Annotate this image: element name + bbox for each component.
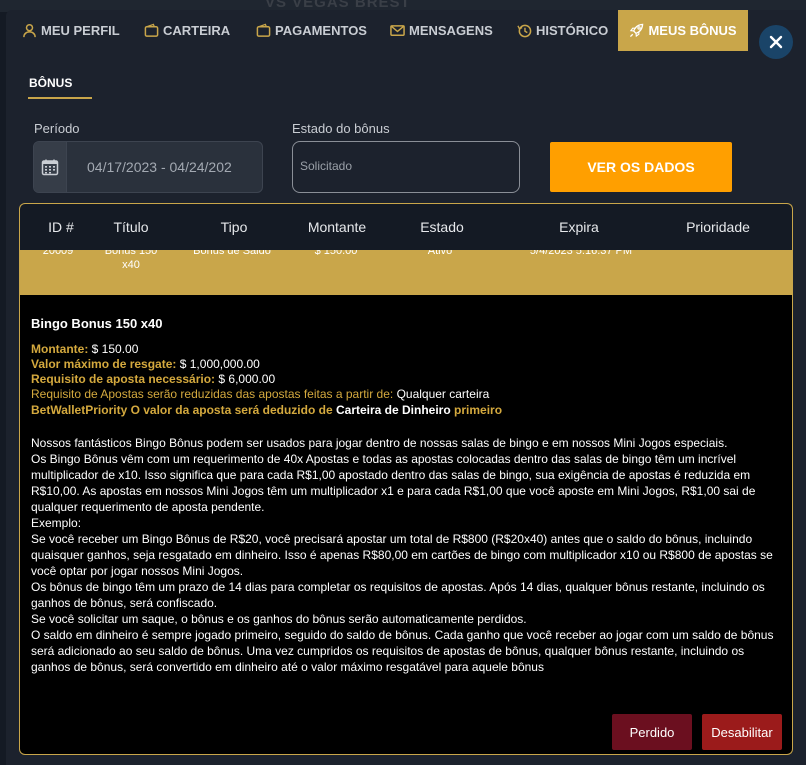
- col-amount: Montante: [307, 219, 367, 235]
- description-paragraph: Nossos fantásticos Bingo Bônus podem ser…: [31, 436, 728, 450]
- history-icon: [517, 24, 532, 38]
- col-title: Título: [113, 219, 149, 235]
- period-label: Período: [34, 121, 80, 136]
- rocket-icon: [630, 23, 644, 38]
- tab-pagamentos[interactable]: PAGAMENTOS: [256, 10, 367, 51]
- bonus-table-header: ID # Título Tipo Montante Estado Expira …: [19, 203, 793, 250]
- status-select[interactable]: Solicitado: [292, 141, 520, 193]
- table-row[interactable]: 20009 Bônus 150 x40 Bônus de Saldo $ 150…: [19, 250, 793, 295]
- max-redeem-row: Valor máximo de resgate: $ 1,000,000.00: [31, 357, 260, 371]
- profile-nav: MEU PERFIL CARTEIRA PAGAMENTOS MENSAGENS…: [6, 10, 806, 51]
- wallet-icon: [144, 23, 159, 37]
- amount-label: Montante:: [31, 342, 89, 356]
- tab-label: MEUS BÔNUS: [648, 23, 737, 38]
- status-value: Solicitado: [300, 159, 353, 173]
- status-label: Estado do bônus: [292, 121, 390, 136]
- bonus-modal: MEU PERFIL CARTEIRA PAGAMENTOS MENSAGENS…: [6, 10, 806, 765]
- tab-meus-bonus[interactable]: MEUS BÔNUS: [618, 10, 748, 51]
- description-paragraph: Os Bingo Bônus vêm com um requerimento d…: [31, 452, 756, 514]
- row-state: Ativo: [427, 250, 453, 257]
- description-paragraph: Exemplo:: [31, 516, 82, 530]
- disable-button[interactable]: Desabilitar: [702, 714, 782, 750]
- row-type: Bônus de Saldo: [193, 250, 271, 257]
- description-paragraph: Se você receber um Bingo Bônus de R$20, …: [31, 532, 773, 578]
- calendar-button[interactable]: [34, 142, 67, 192]
- view-data-button[interactable]: VER OS DADOS: [550, 142, 732, 192]
- col-expires: Expira: [559, 219, 599, 235]
- description-paragraph: Se você solicitar um saque, o bônus e os…: [31, 612, 527, 626]
- close-button[interactable]: [759, 25, 793, 59]
- reduction-row: Requisito de Apostas serão reduzidas das…: [31, 387, 489, 401]
- period-date-range-input[interactable]: 04/17/2023 - 04/24/202: [33, 141, 263, 193]
- description-paragraph: Os bônus de bingo têm um prazo de 14 dia…: [31, 580, 765, 610]
- wager-row: Requisito de aposta necessário: $ 6,000.…: [31, 372, 275, 386]
- period-value: 04/17/2023 - 04/24/202: [87, 159, 232, 175]
- tab-label: HISTÓRICO: [536, 23, 609, 38]
- col-priority: Prioridade: [686, 219, 750, 235]
- tab-label: MENSAGENS: [409, 23, 493, 38]
- tab-mensagens[interactable]: MENSAGENS: [390, 10, 493, 51]
- row-id: 20009: [42, 250, 74, 257]
- priority-row: BetWalletPriority O valor da aposta será…: [31, 403, 502, 417]
- active-tab-indicator: [28, 97, 92, 99]
- tab-historico[interactable]: HISTÓRICO: [517, 10, 608, 51]
- reduction-value: Qualquer carteira: [396, 387, 490, 401]
- tab-bonus[interactable]: BÔNUS: [29, 76, 72, 90]
- row-amount: $ 150.00: [314, 250, 358, 257]
- bonus-title: Bingo Bonus 150 x40: [31, 316, 163, 331]
- col-type: Tipo: [220, 219, 248, 235]
- col-state: Estado: [420, 219, 464, 235]
- tab-label: MEU PERFIL: [41, 23, 120, 38]
- bonus-description: Nossos fantásticos Bingo Bônus podem ser…: [31, 435, 786, 675]
- tab-meu-perfil[interactable]: MEU PERFIL: [22, 10, 120, 51]
- envelope-icon: [390, 25, 405, 36]
- priority-suffix: primeiro: [454, 403, 503, 417]
- priority-value: Carteira de Dinheiro: [335, 403, 451, 417]
- priority-label: BetWalletPriority O valor da aposta será…: [31, 403, 333, 417]
- col-id: ID #: [48, 219, 74, 235]
- wager-label: Requisito de aposta necessário:: [31, 372, 216, 386]
- row-title-line1: Bônus 150: [104, 250, 158, 257]
- lost-button[interactable]: Perdido: [612, 714, 692, 750]
- wager-value: $ 6,000.00: [218, 372, 276, 386]
- max-redeem-label: Valor máximo de resgate:: [31, 357, 177, 371]
- tab-carteira[interactable]: CARTEIRA: [144, 10, 230, 51]
- row-expires: 5/4/2023 5:16:37 PM: [529, 250, 633, 257]
- tab-label: CARTEIRA: [163, 23, 231, 38]
- wallet-icon: [256, 23, 271, 37]
- bonus-details-panel: Bingo Bonus 150 x40 Montante: $ 150.00 V…: [19, 295, 793, 755]
- amount-value: $ 150.00: [91, 342, 139, 356]
- reduction-label: Requisito de Apostas serão reduzidas das…: [31, 387, 394, 401]
- max-redeem-value: $ 1,000,000.00: [179, 357, 260, 371]
- tab-label: PAGAMENTOS: [275, 23, 367, 38]
- user-icon: [23, 23, 36, 38]
- amount-row: Montante: $ 150.00: [31, 342, 138, 356]
- description-paragraph: O saldo em dinheiro é sempre jogado prim…: [31, 628, 774, 674]
- row-title-line2: x40: [122, 259, 140, 271]
- calendar-icon: [41, 159, 59, 176]
- close-icon: [769, 35, 783, 49]
